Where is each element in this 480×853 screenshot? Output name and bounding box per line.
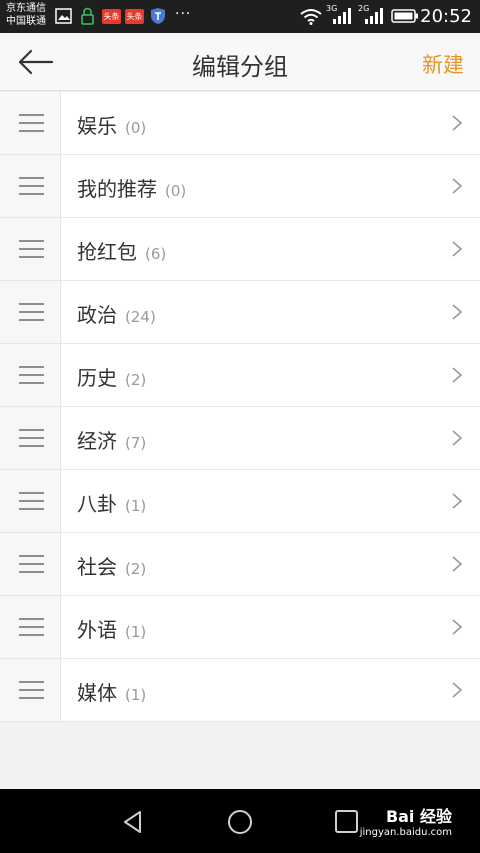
group-name: 媒体	[77, 681, 117, 705]
system-nav-bar: Bai 经验 jingyan.baidu.com	[0, 789, 480, 853]
group-list: 娱乐 (0) 我的推荐 (0) 抢红包 (6) 政治 (24) 历史 (2) 经济 (7) …	[0, 92, 480, 722]
group-name: 历史	[77, 366, 117, 390]
new-group-button[interactable]: 新建	[422, 49, 464, 79]
group-count: (1)	[125, 686, 147, 704]
status-bar: 京东通信 中国联通 头条 头条 ··· 3G 2G 20:52	[0, 0, 480, 33]
group-name: 抢红包	[77, 240, 137, 264]
nav-home-icon[interactable]	[225, 807, 255, 837]
battery-icon	[391, 9, 418, 23]
signal-icon-1	[333, 8, 351, 24]
baidu-watermark: Bai 经验	[385, 807, 452, 826]
chevron-right-icon	[452, 178, 463, 194]
carrier-line-1: 京东通信	[6, 3, 46, 14]
chevron-right-icon	[452, 367, 463, 383]
chevron-right-icon	[452, 619, 463, 635]
header-bar: 编辑分组 新建	[0, 33, 480, 91]
group-name: 我的推荐	[77, 177, 157, 201]
group-name: 社会	[77, 555, 117, 579]
group-row[interactable]: 经济 (7)	[0, 407, 480, 470]
more-notifications-icon: ···	[175, 6, 192, 22]
drag-handle-icon[interactable]	[0, 470, 61, 532]
drag-handle-icon[interactable]	[0, 344, 61, 406]
group-count: (1)	[125, 623, 147, 641]
carrier-line-2: 中国联通	[6, 16, 46, 27]
group-row[interactable]: 历史 (2)	[0, 344, 480, 407]
group-count: (1)	[125, 497, 147, 515]
chevron-right-icon	[452, 304, 463, 320]
group-name: 政治	[77, 303, 117, 327]
chevron-right-icon	[452, 115, 463, 131]
drag-handle-icon[interactable]	[0, 659, 61, 721]
group-row[interactable]: 抢红包 (6)	[0, 218, 480, 281]
group-name: 外语	[77, 618, 117, 642]
wifi-icon	[300, 9, 322, 25]
clock: 20:52	[420, 6, 472, 27]
chevron-right-icon	[452, 241, 463, 257]
toutiao-notification-icon-2: 头条	[125, 9, 144, 24]
chevron-right-icon	[452, 430, 463, 446]
signal-icon-2	[365, 8, 383, 24]
drag-handle-icon[interactable]	[0, 533, 61, 595]
group-row[interactable]: 社会 (2)	[0, 533, 480, 596]
chevron-right-icon	[452, 682, 463, 698]
drag-handle-icon[interactable]	[0, 92, 61, 154]
group-row[interactable]: 政治 (24)	[0, 281, 480, 344]
page-title: 编辑分组	[192, 53, 288, 81]
drag-handle-icon[interactable]	[0, 281, 61, 343]
group-count: (6)	[145, 245, 167, 263]
group-name: 八卦	[77, 492, 117, 516]
carrier-info: 京东通信 中国联通	[6, 2, 46, 28]
lock-icon	[81, 7, 94, 25]
gallery-icon	[55, 8, 72, 24]
nav-back-icon[interactable]	[118, 807, 148, 837]
drag-handle-icon[interactable]	[0, 218, 61, 280]
group-count: (7)	[125, 434, 147, 452]
chevron-right-icon	[452, 556, 463, 572]
group-count: (24)	[125, 308, 156, 326]
drag-handle-icon[interactable]	[0, 407, 61, 469]
group-name: 经济	[77, 429, 117, 453]
toutiao-notification-icon: 头条	[102, 9, 121, 24]
nav-recents-icon[interactable]	[332, 807, 362, 837]
group-count: (2)	[125, 560, 147, 578]
group-row[interactable]: 娱乐 (0)	[0, 92, 480, 155]
group-row[interactable]: 我的推荐 (0)	[0, 155, 480, 218]
group-count: (2)	[125, 371, 147, 389]
drag-handle-icon[interactable]	[0, 155, 61, 217]
group-row[interactable]: 外语 (1)	[0, 596, 480, 659]
group-row[interactable]: 八卦 (1)	[0, 470, 480, 533]
watermark-url: jingyan.baidu.com	[359, 827, 452, 838]
group-count: (0)	[165, 182, 187, 200]
drag-handle-icon[interactable]	[0, 596, 61, 658]
group-count: (0)	[125, 119, 147, 137]
group-row[interactable]: 媒体 (1)	[0, 659, 480, 722]
group-name: 娱乐	[77, 114, 117, 138]
chevron-right-icon	[452, 493, 463, 509]
shield-icon	[151, 8, 165, 24]
